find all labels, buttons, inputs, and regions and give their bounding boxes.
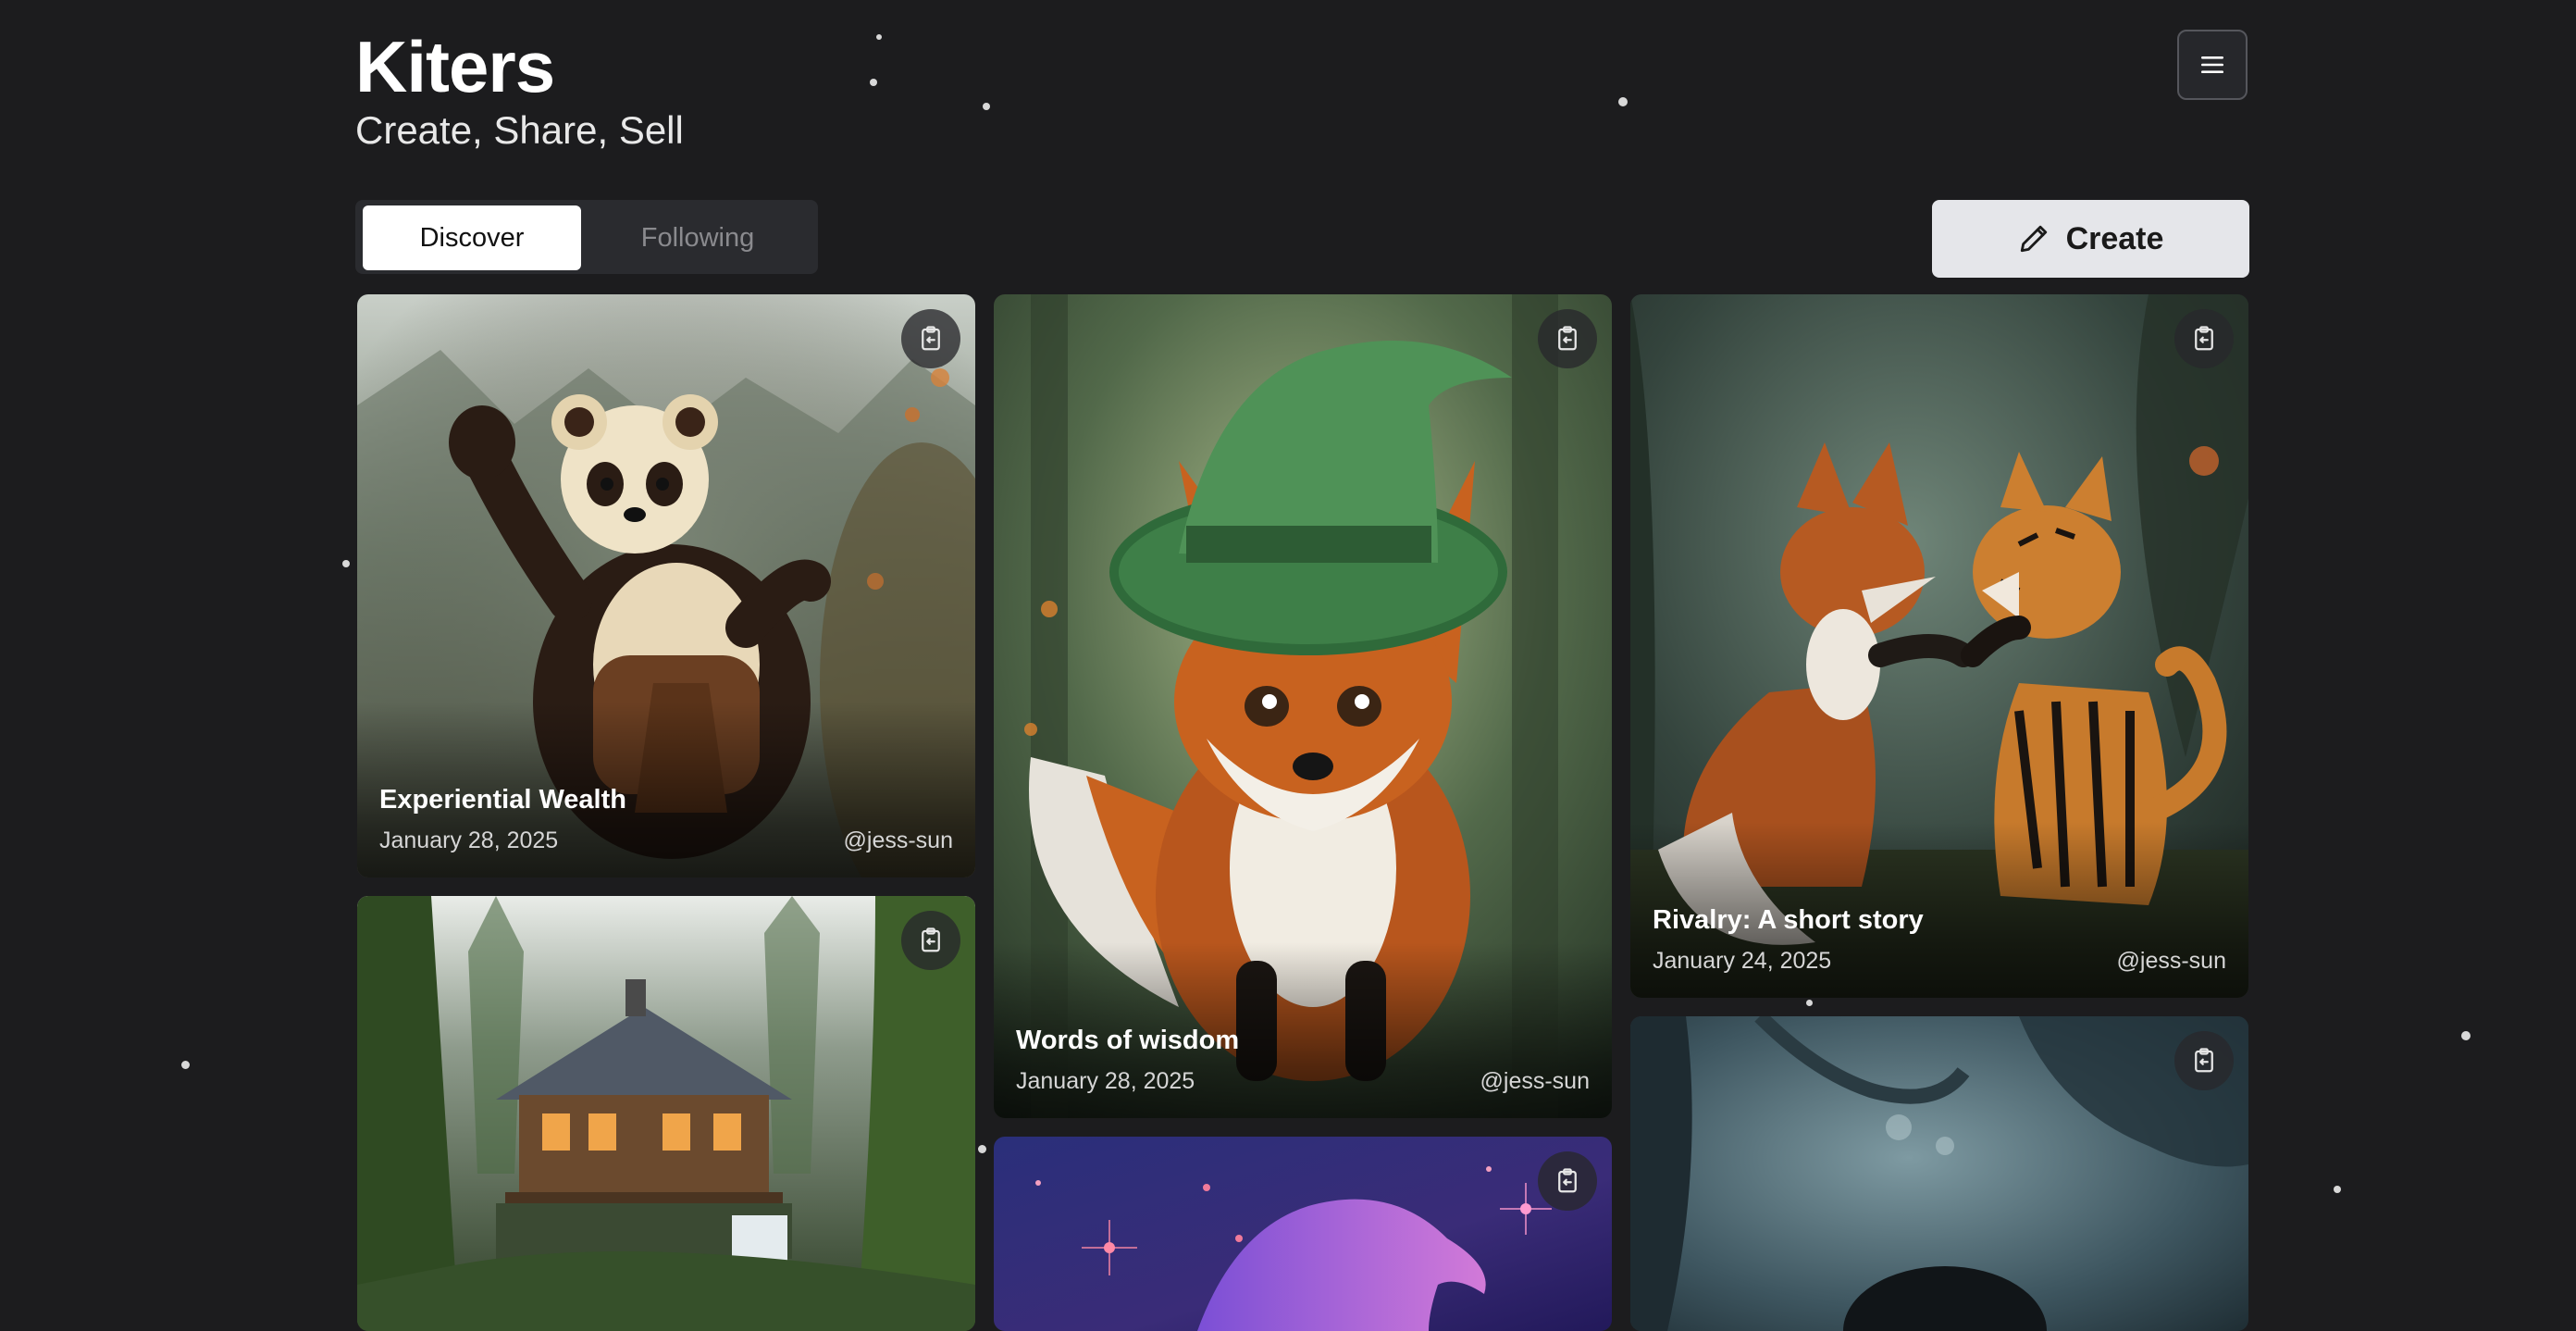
card-author[interactable]: @jess-sun [844,827,953,854]
star-dot [1618,97,1628,106]
star-dot [983,103,990,110]
app-subtitle: Create, Share, Sell [355,108,684,152]
clipboard-icon[interactable] [901,309,960,368]
star-dot [876,34,882,40]
star-dot [870,79,877,86]
card-author[interactable]: @jess-sun [2117,948,2226,975]
card-date: January 28, 2025 [1016,1068,1195,1094]
star-dot [2334,1186,2341,1193]
card-date: January 28, 2025 [379,827,559,853]
card-title: Rivalry: A short story [1653,905,1924,935]
card-date: January 24, 2025 [1653,948,1832,974]
card-image [357,896,975,1331]
card-title: Experiential Wealth [379,785,626,815]
clipboard-icon[interactable] [1538,309,1597,368]
card-author[interactable]: @jess-sun [1480,1068,1590,1095]
hamburger-menu-icon [2201,56,2223,73]
story-card[interactable]: Experiential Wealth January 28, 2025 @je… [357,294,975,877]
app-title: Kiters [355,26,555,107]
create-button-label: Create [2065,220,2164,256]
star-dot [978,1145,986,1153]
card-title: Words of wisdom [1016,1026,1240,1055]
tab-following[interactable]: Following [585,205,811,270]
pencil-icon [2020,225,2047,253]
tab-discover[interactable]: Discover [363,205,581,270]
card-image [994,1137,1612,1331]
clipboard-icon[interactable] [1538,1151,1597,1211]
story-card[interactable] [1630,1016,2248,1331]
clipboard-icon[interactable] [2174,1031,2234,1090]
star-dot [1806,1000,1813,1006]
clipboard-icon[interactable] [2174,309,2234,368]
clipboard-icon[interactable] [901,911,960,970]
story-card[interactable] [994,1137,1612,1331]
feed-tabs: Discover Following [355,200,818,274]
story-card[interactable]: Rivalry: A short story January 24, 2025 … [1630,294,2248,998]
story-card[interactable] [357,896,975,1331]
story-card[interactable]: Words of wisdom January 28, 2025 @jess-s… [994,294,1612,1118]
create-button[interactable]: Create [1932,200,2249,278]
header: Kiters Create, Share, Sell [355,26,684,154]
star-dot [181,1061,190,1069]
card-image [1630,1016,2248,1331]
star-dot [2461,1031,2471,1040]
menu-button[interactable] [2177,30,2248,100]
star-dot [342,560,350,567]
